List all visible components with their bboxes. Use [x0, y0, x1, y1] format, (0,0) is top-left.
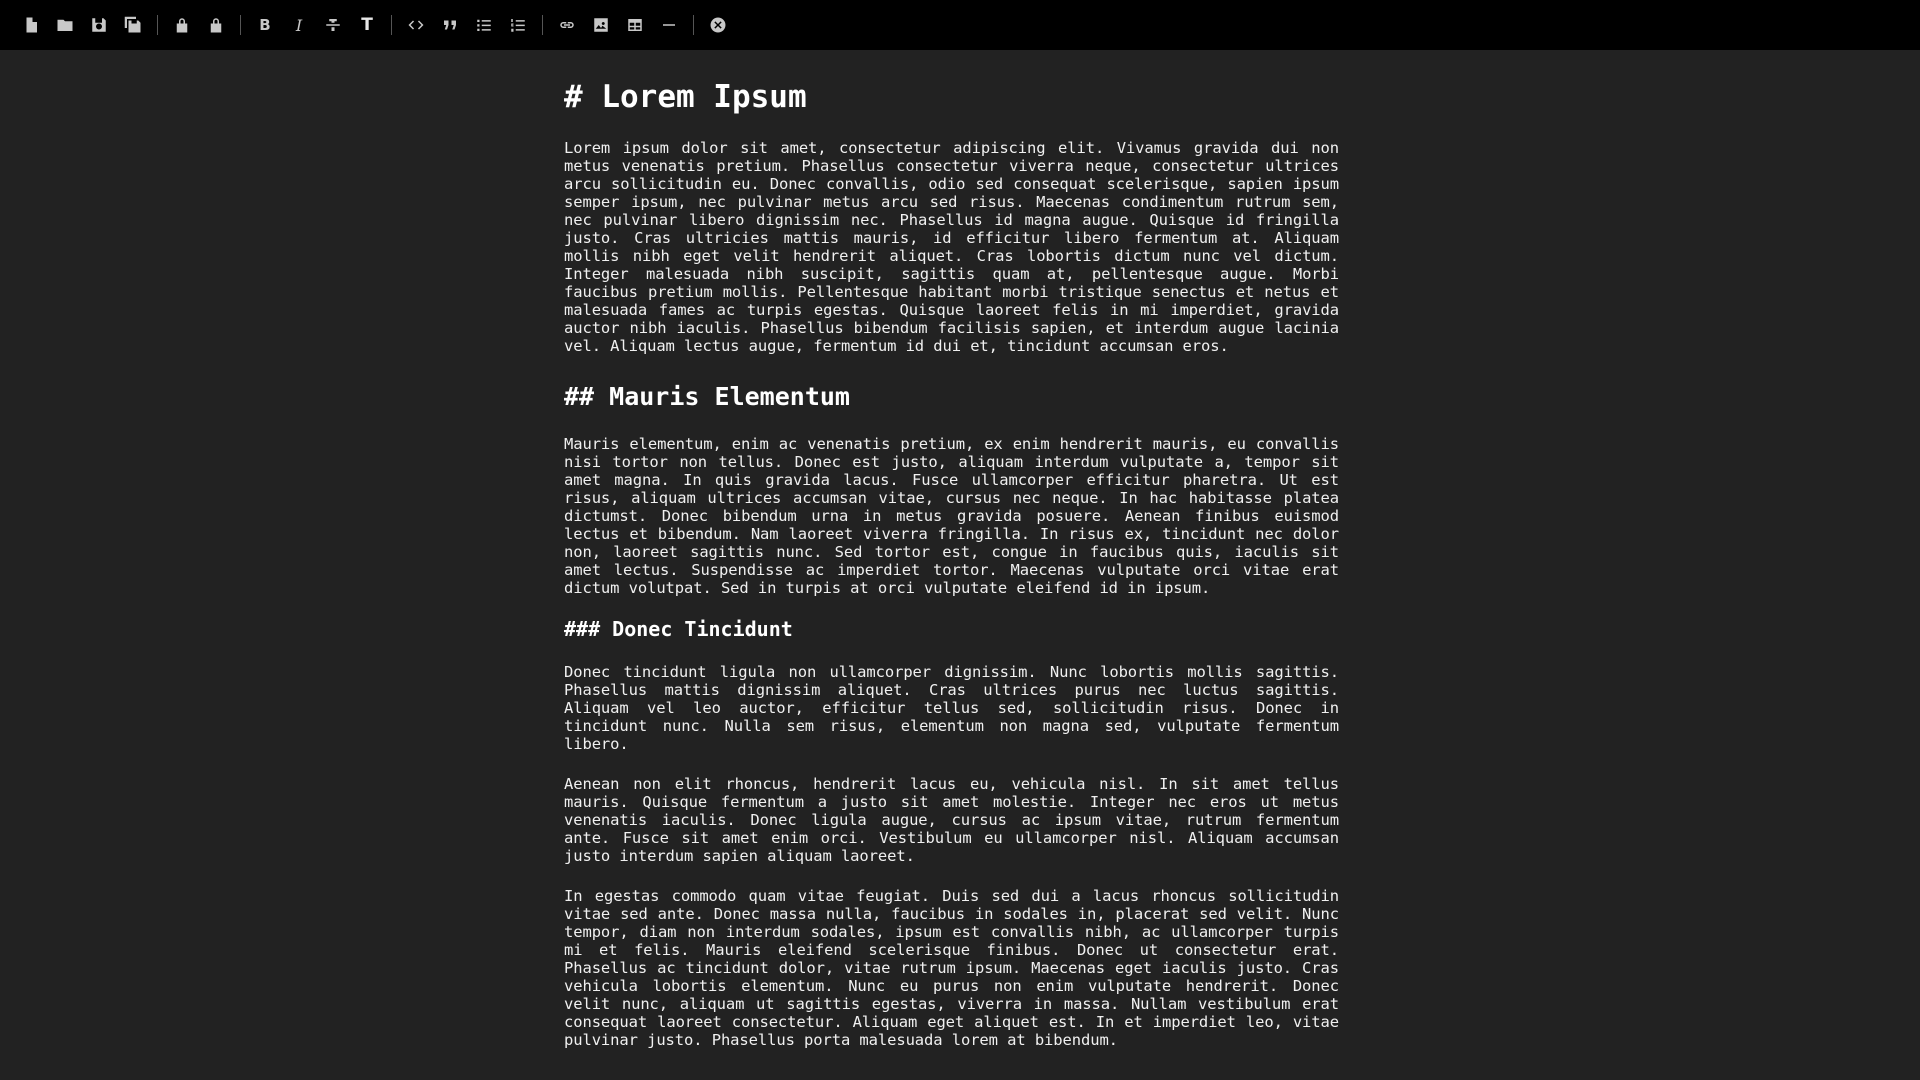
heading-donec-tincidunt: ### Donec Tincidunt: [564, 617, 793, 641]
paragraph: Lorem ipsum dolor sit amet, consectetur …: [564, 139, 1339, 355]
numbered-list-icon[interactable]: [501, 8, 535, 42]
toolbar-separator: [240, 15, 241, 35]
horizontal-rule-icon[interactable]: [652, 8, 686, 42]
paragraph: In egestas commodo quam vitae feugiat. D…: [564, 887, 1339, 1049]
italic-label: I: [295, 15, 303, 35]
quote-icon[interactable]: [433, 8, 467, 42]
open-folder-icon[interactable]: [48, 8, 82, 42]
paragraph: Mauris elementum, enim ac venenatis pret…: [564, 435, 1339, 597]
paragraph: Aenean non elit rhoncus, hendrerit lacus…: [564, 775, 1339, 865]
heading-label: T: [361, 15, 373, 35]
strikethrough-icon[interactable]: [316, 8, 350, 42]
bullet-list-icon[interactable]: [467, 8, 501, 42]
heading-mauris-elementum: ## Mauris Elementum: [564, 382, 850, 411]
link-icon[interactable]: [550, 8, 584, 42]
lock-icon[interactable]: [165, 8, 199, 42]
close-icon[interactable]: [701, 8, 735, 42]
table-icon[interactable]: [618, 8, 652, 42]
new-file-icon[interactable]: [14, 8, 48, 42]
editor-area[interactable]: # Lorem Ipsum Lorem ipsum dolor sit amet…: [0, 50, 1920, 1080]
toolbar-separator: [693, 15, 694, 35]
heading-icon[interactable]: T: [350, 8, 384, 42]
italic-icon[interactable]: I: [282, 8, 316, 42]
save-icon[interactable]: [82, 8, 116, 42]
lock-alt-icon[interactable]: [199, 8, 233, 42]
toolbar-separator: [391, 15, 392, 35]
toolbar: B I T: [0, 0, 1920, 50]
image-icon[interactable]: [584, 8, 618, 42]
bold-icon[interactable]: B: [248, 8, 282, 42]
bold-label: B: [259, 16, 271, 34]
toolbar-separator: [157, 15, 158, 35]
toolbar-separator: [542, 15, 543, 35]
markdown-document[interactable]: # Lorem Ipsum Lorem ipsum dolor sit amet…: [564, 50, 1339, 1049]
paragraph: Donec tincidunt ligula non ullamcorper d…: [564, 663, 1339, 753]
code-icon[interactable]: [399, 8, 433, 42]
save-all-icon[interactable]: [116, 8, 150, 42]
heading-lorem-ipsum: # Lorem Ipsum: [564, 79, 807, 115]
